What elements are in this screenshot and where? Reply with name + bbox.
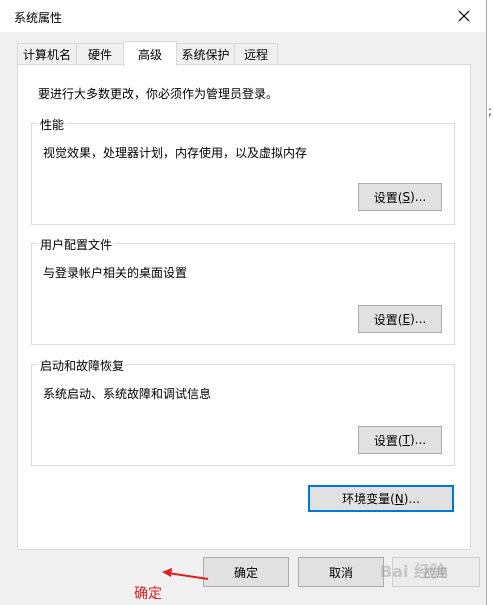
annotation-arrow-icon	[162, 568, 209, 580]
tab-computer-name[interactable]: 计算机名	[17, 43, 77, 64]
tab-hardware[interactable]: 硬件	[76, 43, 124, 64]
performance-title: 性能	[38, 116, 67, 133]
performance-group: 性能 视觉效果，处理器计划，内存使用，以及虚拟内存 设置(S)...	[31, 116, 455, 225]
tab-remote[interactable]: 远程	[234, 43, 278, 64]
close-button[interactable]	[442, 0, 486, 32]
advanced-tab-panel: 要进行大多数更改，你必须作为管理员登录。 性能 视觉效果，处理器计划，内存使用，…	[17, 64, 471, 550]
startup-recovery-title: 启动和故障恢复	[38, 357, 127, 374]
environment-variables-button[interactable]: 环境变量(N)...	[308, 485, 454, 512]
annotation-label: 确定	[134, 586, 162, 602]
cancel-button[interactable]: 取消	[298, 557, 384, 587]
admin-notice: 要进行大多数更改，你必须作为管理员登录。	[38, 87, 279, 101]
background-text-right: ;	[488, 104, 493, 118]
tab-advanced[interactable]: 高级	[123, 41, 177, 66]
tab-system-protection[interactable]: 系统保护	[176, 43, 235, 64]
performance-description: 视觉效果，处理器计划，内存使用，以及虚拟内存	[43, 146, 308, 160]
startup-recovery-description: 系统启动、系统故障和调试信息	[43, 387, 212, 401]
user-profile-settings-button[interactable]: 设置(E)...	[358, 305, 442, 333]
window-title: 系统属性	[14, 11, 63, 25]
startup-recovery-settings-button[interactable]: 设置(T)...	[358, 426, 442, 454]
close-icon	[458, 10, 470, 22]
user-profile-group: 用户配置文件 与登录帐户相关的桌面设置 设置(E)...	[31, 236, 455, 345]
performance-settings-button[interactable]: 设置(S)...	[358, 183, 442, 211]
ok-button[interactable]: 确定	[203, 557, 289, 587]
title-bar: 系统属性	[0, 0, 486, 32]
user-profile-description: 与登录帐户相关的桌面设置	[43, 266, 188, 280]
watermark-text: Bai 经验	[380, 562, 447, 581]
startup-recovery-group: 启动和故障恢复 系统启动、系统故障和调试信息 设置(T)...	[31, 357, 455, 466]
user-profile-title: 用户配置文件	[38, 236, 115, 253]
system-properties-dialog: 系统属性 计算机名 硬件 高级 系统保护 远程 要进行大多数更改，你必须作为管理…	[0, 0, 487, 605]
